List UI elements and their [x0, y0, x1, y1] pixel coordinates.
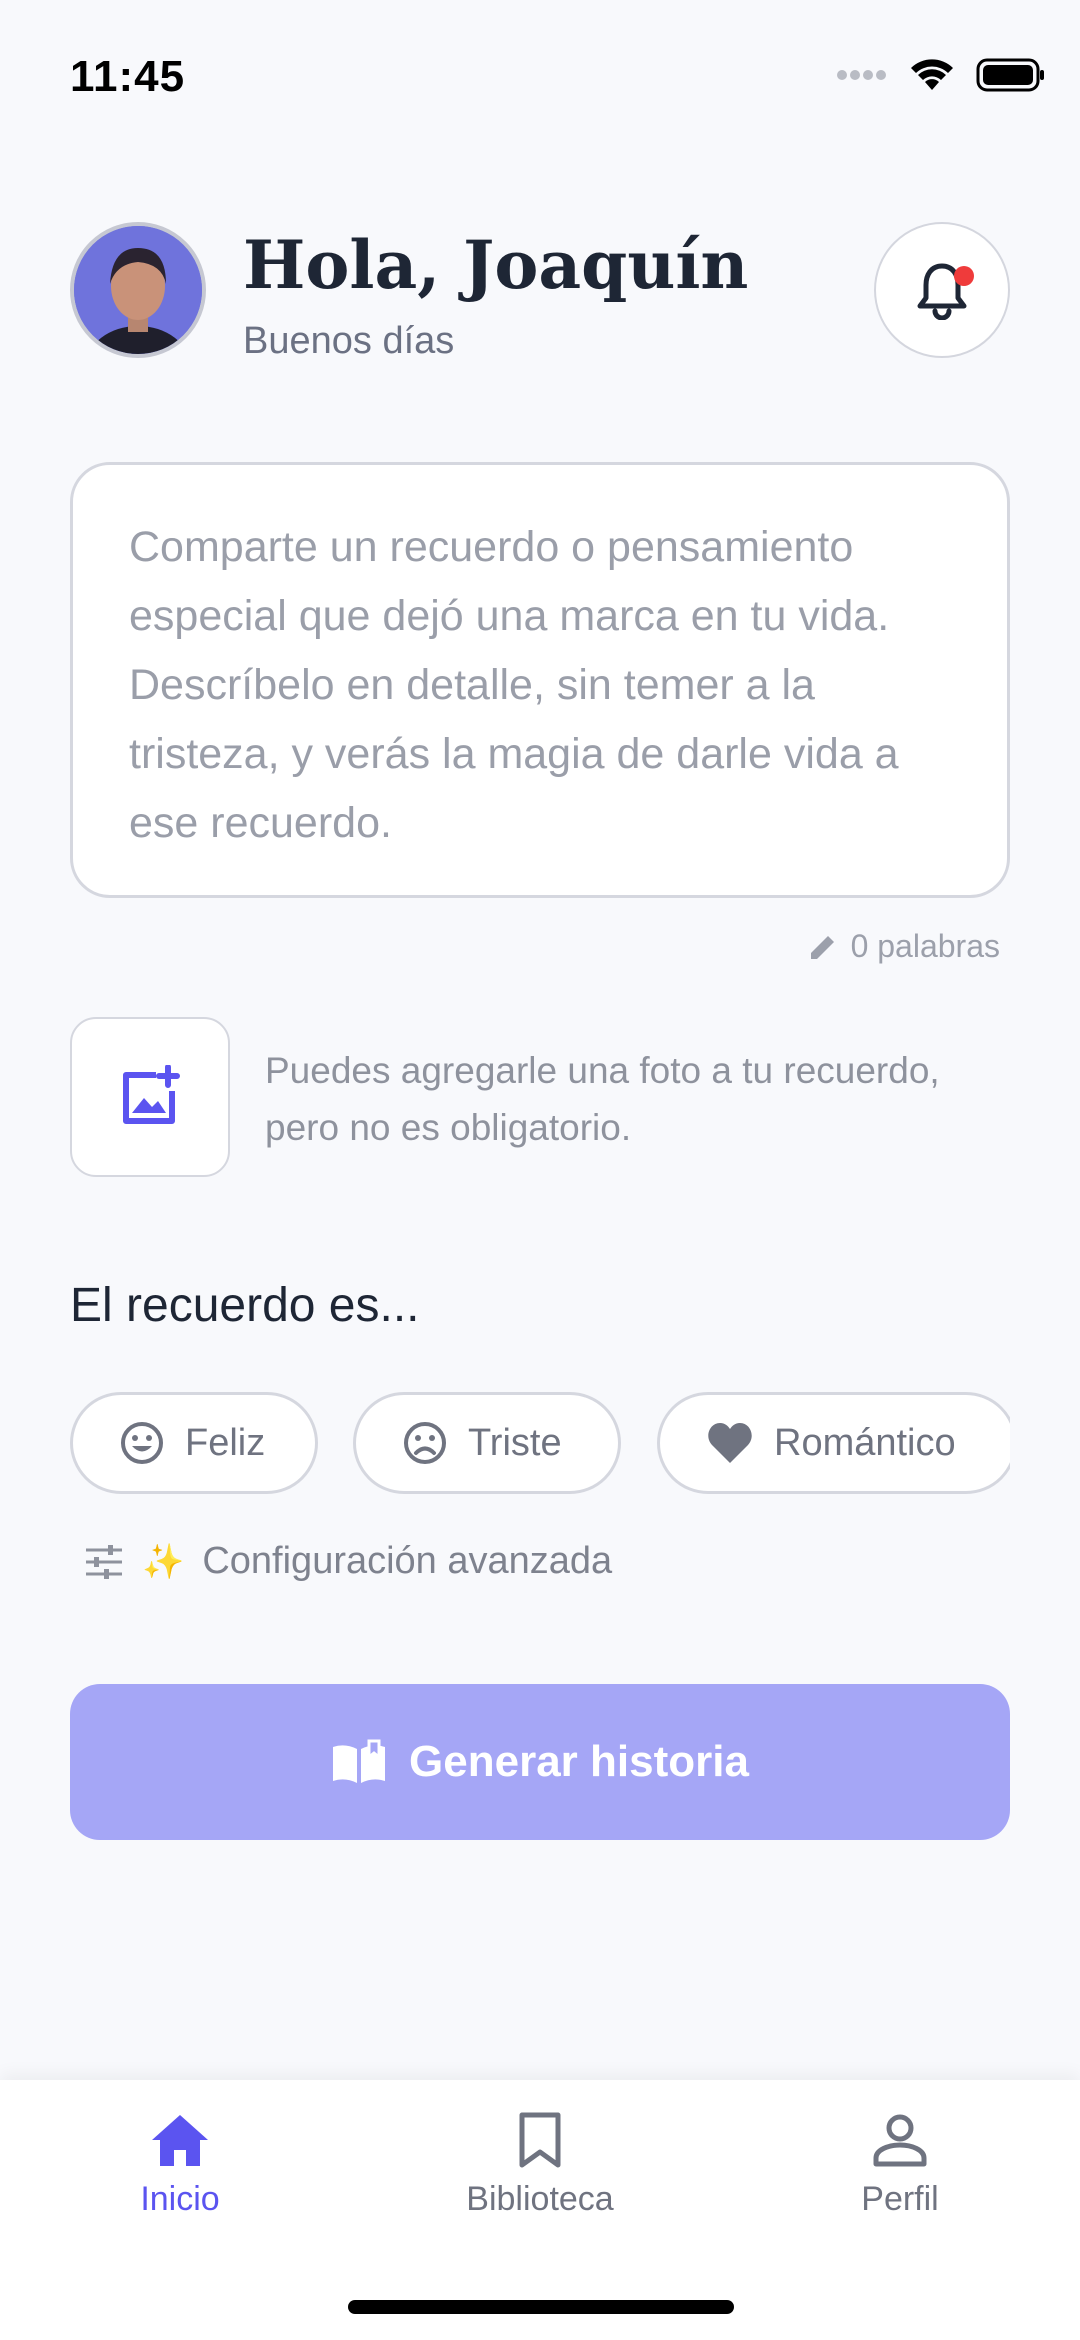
- home-indicator: [348, 2300, 734, 2314]
- person-icon: [873, 2114, 927, 2167]
- notification-dot: [954, 266, 974, 286]
- status-bar: 11:45: [0, 0, 1080, 150]
- mood-title: El recuerdo es...: [70, 1279, 420, 1332]
- heart-icon: [708, 1423, 752, 1463]
- add-photo-button[interactable]: [70, 1017, 230, 1177]
- generate-story-label: Generar historia: [409, 1737, 749, 1786]
- notifications-button[interactable]: [874, 222, 1010, 358]
- advanced-settings-link[interactable]: ✨ Configuración avanzada: [84, 1540, 612, 1583]
- nav-item-biblioteca[interactable]: Biblioteca: [410, 2112, 670, 2219]
- mood-chips: Feliz Triste Romántico: [70, 1392, 1010, 1496]
- tune-icon: [86, 1544, 122, 1579]
- word-count: 0 palabras: [807, 928, 1000, 965]
- generate-story-button[interactable]: Generar historia: [70, 1684, 1010, 1840]
- memory-placeholder: Comparte un recuerdo o pensamiento espec…: [129, 523, 899, 847]
- advanced-settings-label: Configuración avanzada: [202, 1540, 613, 1582]
- avatar-portrait: [74, 226, 202, 354]
- signal-icon: [837, 70, 886, 80]
- photo-hint: Puedes agregarle una foto a tu recuerdo,…: [265, 1050, 940, 1148]
- add-photo-icon: [123, 1065, 180, 1124]
- frown-icon: [404, 1422, 446, 1464]
- mood-chip-triste[interactable]: Triste: [353, 1392, 621, 1494]
- mood-label: Romántico: [774, 1421, 956, 1464]
- smile-icon: [121, 1422, 163, 1464]
- word-count-label: 0 palabras: [850, 928, 1000, 964]
- sparkle-icon: ✨: [142, 1542, 185, 1581]
- home-icon: [152, 2115, 208, 2166]
- bookmark-icon: [519, 2112, 561, 2168]
- nav-label-biblioteca: Biblioteca: [466, 2180, 614, 2218]
- greeting-subtitle: Buenos días: [243, 320, 455, 362]
- status-icons: [836, 58, 1046, 92]
- book-icon: [333, 1739, 386, 1783]
- mood-chip-romantico[interactable]: Romántico: [657, 1392, 1010, 1494]
- nav-item-inicio[interactable]: Inicio: [50, 2112, 310, 2219]
- mood-chip-feliz[interactable]: Feliz: [70, 1392, 318, 1494]
- wifi-icon: [911, 59, 953, 90]
- battery-icon: [976, 58, 1044, 92]
- nav-label-inicio: Inicio: [140, 2180, 220, 2218]
- header: Hola, Joaquín Buenos días: [70, 222, 1010, 362]
- mood-label: Triste: [468, 1421, 562, 1464]
- memory-input[interactable]: Comparte un recuerdo o pensamiento espec…: [70, 462, 1010, 898]
- nav-label-perfil: Perfil: [861, 2180, 939, 2218]
- status-time: 11:45: [70, 52, 186, 101]
- nav-item-perfil[interactable]: Perfil: [770, 2112, 1030, 2219]
- greeting-title: Hola, Joaquín: [243, 226, 749, 304]
- avatar[interactable]: [70, 222, 206, 358]
- pencil-icon: [810, 932, 837, 959]
- mood-label: Feliz: [185, 1421, 266, 1464]
